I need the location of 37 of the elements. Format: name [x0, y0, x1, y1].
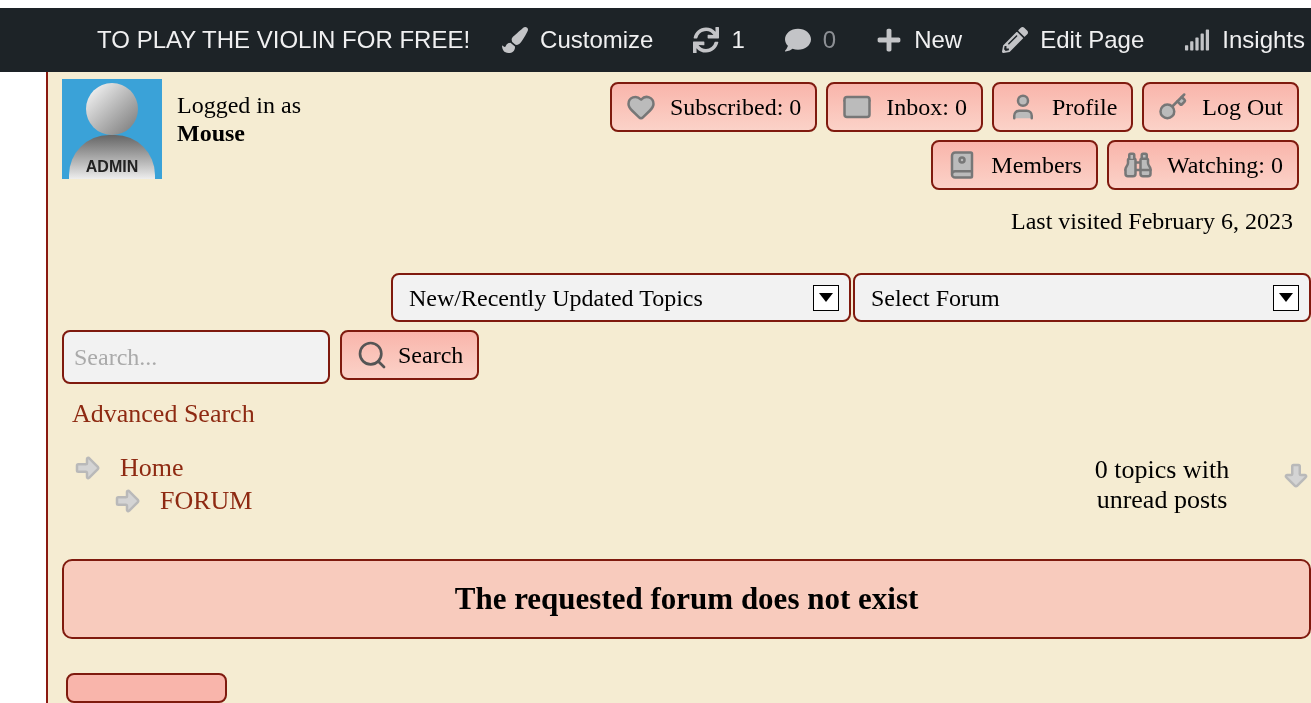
user-menu-button[interactable]: Log Out — [1142, 82, 1299, 132]
binoculars-icon — [1122, 150, 1153, 180]
key-icon — [1158, 92, 1189, 122]
logged-in-label: Logged in as — [177, 91, 301, 119]
toolbar-item[interactable]: New — [876, 22, 963, 58]
advanced-search-link[interactable]: Advanced Search — [72, 394, 255, 433]
avatar-label: ADMIN — [85, 159, 139, 175]
toolbar-item[interactable]: 0 — [784, 22, 837, 58]
user-menu-button[interactable]: Members — [931, 140, 1098, 190]
toolbar-item[interactable]: Edit Page — [1002, 22, 1145, 58]
unread-topics-text: 0 topics with unread posts — [1093, 455, 1231, 515]
user-menu-button[interactable]: Watching: 0 — [1106, 140, 1299, 190]
user-menu-button[interactable]: Inbox: 0 — [826, 82, 983, 132]
last-visited-text: Last visited February 6, 2023 — [1011, 207, 1294, 236]
dropdown-select[interactable]: New/Recently Updated Topics — [391, 273, 851, 322]
speech-bubble-icon — [784, 27, 811, 53]
plus-icon — [876, 27, 903, 53]
user-menu-button[interactable]: Profile — [992, 82, 1134, 132]
search-icon — [356, 339, 388, 371]
breadcrumb-link[interactable]: FORUM — [160, 487, 253, 514]
paintbrush-icon — [502, 27, 529, 53]
toolbar-item[interactable]: Insights — [1184, 22, 1305, 58]
dropdown-select[interactable]: Select Forum — [853, 273, 1311, 322]
search-button[interactable]: Search — [340, 330, 480, 380]
toolbar-item[interactable]: Customize — [502, 22, 654, 58]
site-title[interactable]: TO PLAY THE VIOLIN FOR FREE! — [97, 22, 471, 58]
user-menu-button[interactable]: Subscribed: 0 — [610, 82, 818, 132]
bar-chart-icon — [1184, 27, 1211, 53]
toolbar-item[interactable]: 1 — [693, 22, 745, 58]
username[interactable]: Mouse — [177, 119, 301, 147]
error-message: The requested forum does not exist — [62, 559, 1311, 640]
breadcrumb-link[interactable]: Home — [120, 454, 184, 481]
pencil-icon — [1002, 27, 1029, 53]
refresh-icon — [693, 27, 720, 53]
caret-icon — [813, 284, 839, 311]
search-field[interactable]: Search... — [62, 330, 330, 384]
caret-icon — [1273, 284, 1299, 311]
